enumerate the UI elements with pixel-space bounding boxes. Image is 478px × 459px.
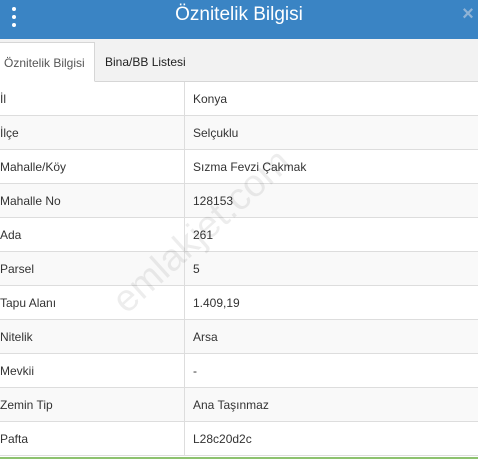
- row-value: Selçuklu: [193, 126, 239, 140]
- row-value: Arsa: [193, 330, 218, 344]
- row-label: Nitelik: [0, 320, 185, 354]
- row-value: -: [193, 364, 197, 378]
- tab-building-list[interactable]: Bina/BB Listesi: [96, 42, 206, 82]
- table-row: Pafta L28c20d2c: [0, 422, 478, 456]
- table-row: Nitelik Arsa: [0, 320, 478, 354]
- attribute-table: İl Konya İlçe Selçuklu Mahalle/Köy Sızma…: [0, 82, 478, 456]
- row-value: Ana Taşınmaz: [193, 398, 269, 412]
- row-label: Mahalle No: [0, 184, 185, 218]
- row-value: 128153: [193, 194, 234, 208]
- panel-title: Öznitelik Bilgisi: [175, 4, 303, 25]
- row-label: Parsel: [0, 252, 185, 286]
- row-label: Ada: [0, 218, 185, 252]
- row-value: L28c20d2c: [193, 432, 252, 446]
- close-icon[interactable]: ×: [460, 4, 476, 24]
- tab-attribute-info[interactable]: Öznitelik Bilgisi: [0, 42, 95, 82]
- title-bar: Öznitelik Bilgisi ×: [0, 0, 478, 39]
- row-value: 5: [193, 262, 200, 276]
- row-label: Zemin Tip: [0, 388, 185, 422]
- row-value: 1.409,19: [193, 296, 240, 310]
- row-label: Mahalle/Köy: [0, 150, 185, 184]
- row-label: Tapu Alanı: [0, 286, 185, 320]
- row-value: 261: [193, 228, 214, 242]
- row-value: Sızma Fevzi Çakmak: [193, 160, 307, 174]
- table-row: Parsel 5: [0, 252, 478, 286]
- table-row: İl Konya: [0, 82, 478, 116]
- row-label: Mevkii: [0, 354, 185, 388]
- table-row: Zemin Tip Ana Taşınmaz: [0, 388, 478, 422]
- row-value: Konya: [193, 92, 228, 106]
- table-row: Mevkii -: [0, 354, 478, 388]
- table-row: Tapu Alanı 1.409,19: [0, 286, 478, 320]
- table-row: İlçe Selçuklu: [0, 116, 478, 150]
- table-row: Ada 261: [0, 218, 478, 252]
- row-label: Pafta: [0, 422, 185, 456]
- tab-bar: Öznitelik Bilgisi Bina/BB Listesi: [0, 39, 478, 82]
- attribute-info-panel: Öznitelik Bilgisi × Öznitelik Bilgisi Bi…: [0, 0, 478, 459]
- table-row: Mahalle No 128153: [0, 184, 478, 218]
- row-label: İl: [0, 82, 185, 116]
- row-label: İlçe: [0, 116, 185, 150]
- table-row: Mahalle/Köy Sızma Fevzi Çakmak: [0, 150, 478, 184]
